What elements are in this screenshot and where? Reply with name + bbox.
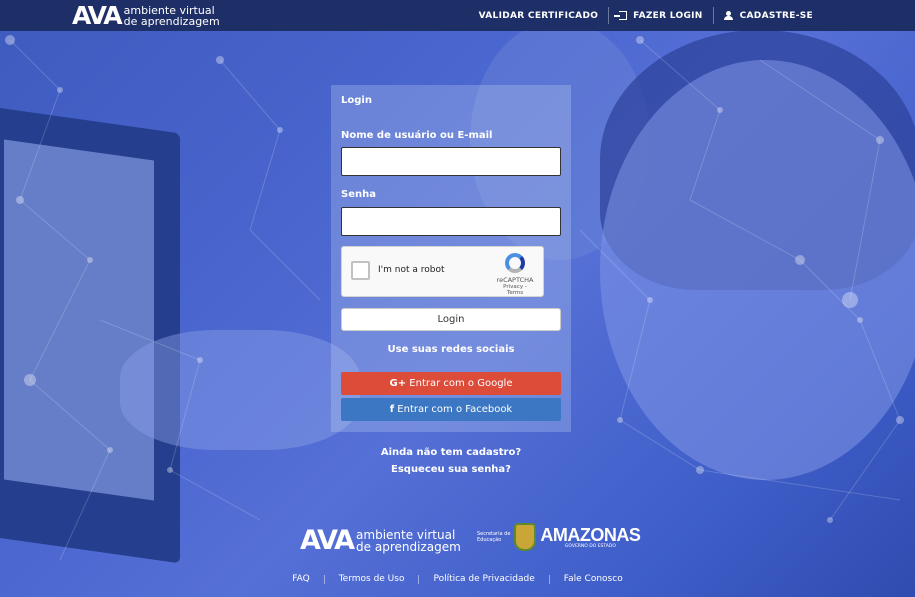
footer-link-termos[interactable]: Termos de Uso xyxy=(325,574,419,584)
nav-validar-certificado[interactable]: VALIDAR CERTIFICADO xyxy=(469,6,609,25)
sign-in-icon xyxy=(614,11,628,20)
footer-ava-logo: AVA ambiente virtual de aprendizagem xyxy=(300,527,461,554)
ava-logo-text: ambiente virtual de aprendizagem xyxy=(124,5,220,27)
amazonas-logo: Secretaria de Educação AMAZONAS GOVERNO … xyxy=(477,523,641,551)
register-link[interactable]: Ainda não tem cadastro? xyxy=(331,447,571,458)
google-login-label: Entrar com o Google xyxy=(409,378,513,389)
secretaria-text: Secretaria de Educação xyxy=(477,531,510,543)
top-navbar: AVA ambiente virtual de aprendizagem VAL… xyxy=(0,0,915,31)
ava-logo-line2: de aprendizagem xyxy=(123,14,220,28)
google-plus-icon: G+ xyxy=(389,378,407,389)
password-label: Senha xyxy=(341,189,376,200)
ava-logo-mark: AVA xyxy=(72,1,123,30)
recaptcha-icon xyxy=(505,253,525,273)
google-login-button[interactable]: G+ Entrar com o Google xyxy=(341,372,561,395)
login-button[interactable]: Login xyxy=(341,308,561,331)
facebook-login-button[interactable]: f Entrar com o Facebook xyxy=(341,398,561,421)
footer-ava-line2: de aprendizagem xyxy=(356,539,461,554)
recaptcha-privacy-terms[interactable]: Privacy - Terms xyxy=(495,284,535,296)
nav-cadastre-se[interactable]: CADASTRE-SE xyxy=(714,6,823,25)
recaptcha-checkbox[interactable] xyxy=(351,261,370,280)
username-label: Nome de usuário ou E-mail xyxy=(341,130,493,141)
login-panel-title: Login xyxy=(341,95,372,106)
footer-ava-mark: AVA xyxy=(300,525,355,556)
amazonas-wordmark: AMAZONAS GOVERNO DO ESTADO xyxy=(540,524,641,549)
login-panel: Login Nome de usuário ou E-mail Senha I'… xyxy=(331,85,571,432)
footer-link-faq[interactable]: FAQ xyxy=(278,574,323,584)
top-nav: VALIDAR CERTIFICADO FAZER LOGIN CADASTRE… xyxy=(469,0,823,31)
facebook-icon: f xyxy=(389,404,395,415)
recaptcha-logo: reCAPTCHA Privacy - Terms xyxy=(495,253,535,296)
forgot-password-link[interactable]: Esqueceu sua senha? xyxy=(331,464,571,475)
user-icon xyxy=(723,10,734,21)
secretaria-line2: Educação xyxy=(477,537,502,543)
amazonas-name: AMAZONAS xyxy=(540,524,641,545)
recaptcha-brand: reCAPTCHA xyxy=(496,276,534,284)
social-title: Use suas redes sociais xyxy=(387,344,515,355)
recaptcha-label: I'm not a robot xyxy=(378,265,445,275)
password-input[interactable] xyxy=(341,207,561,236)
amazonas-crest-icon xyxy=(514,523,537,551)
footer-ava-text: ambiente virtual de aprendizagem xyxy=(356,529,461,553)
username-input[interactable] xyxy=(341,147,561,176)
ava-logo[interactable]: AVA ambiente virtual de aprendizagem xyxy=(72,3,220,28)
footer-link-privacidade[interactable]: Política de Privacidade xyxy=(419,574,548,584)
nav-cadastro-label: CADASTRE-SE xyxy=(739,10,813,21)
nav-fazer-login[interactable]: FAZER LOGIN xyxy=(609,6,712,25)
recaptcha-widget: I'm not a robot reCAPTCHA Privacy - Term… xyxy=(341,246,544,297)
facebook-login-label: Entrar com o Facebook xyxy=(397,404,513,415)
footer-link-contato[interactable]: Fale Conosco xyxy=(550,574,637,584)
footer-links: FAQ Termos de Uso Política de Privacidad… xyxy=(0,574,915,584)
nav-login-label: FAZER LOGIN xyxy=(633,10,703,21)
nav-validar-label: VALIDAR CERTIFICADO xyxy=(478,10,599,21)
